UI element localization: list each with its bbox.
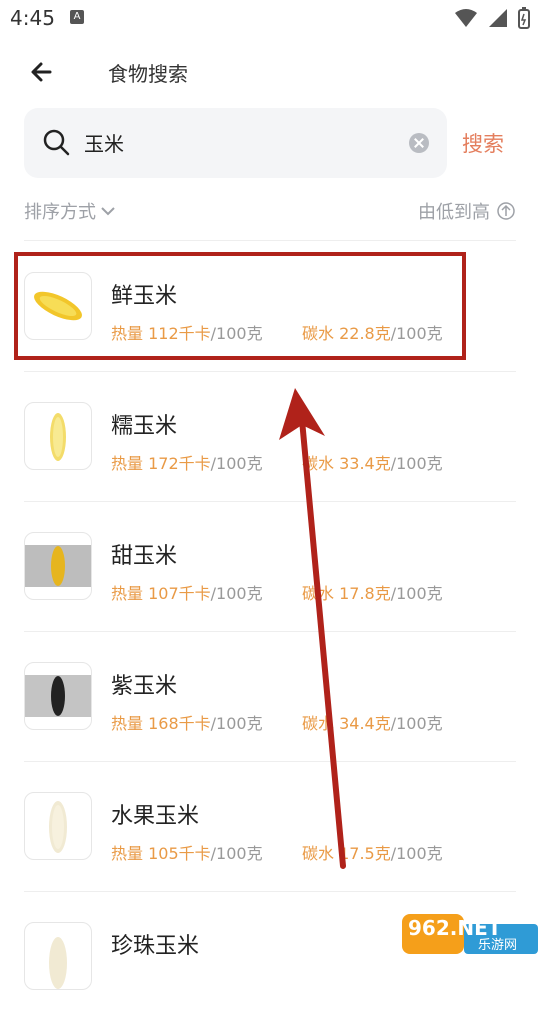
list-item[interactable]: 糯玉米 热量 172千卡/100克 碳水 33.4克/100克 <box>0 372 540 502</box>
sort-method-dropdown[interactable]: 排序方式 <box>24 198 116 224</box>
calorie-info: 热量 105千卡/100克 <box>111 844 263 863</box>
calorie-info: 热量 172千卡/100克 <box>111 454 263 473</box>
wifi-icon <box>455 9 477 27</box>
calorie-info: 热量 168千卡/100克 <box>111 714 263 733</box>
search-icon <box>43 129 70 156</box>
divider <box>24 240 516 241</box>
food-thumbnail <box>24 662 92 730</box>
food-thumbnail <box>24 922 92 990</box>
search-input[interactable]: 玉米 <box>24 108 447 178</box>
food-name: 糯玉米 <box>111 414 178 439</box>
food-thumbnail <box>24 792 92 860</box>
page-title: 食物搜索 <box>108 62 188 86</box>
food-name: 紫玉米 <box>111 674 178 699</box>
header: 食物搜索 <box>0 40 540 104</box>
status-icons <box>454 6 530 30</box>
signal-icon <box>489 9 507 27</box>
sort-method-label: 排序方式 <box>24 202 96 223</box>
arrow-up-circle-icon <box>497 202 515 220</box>
notification-a-icon: A <box>70 10 84 24</box>
calorie-info: 热量 107千卡/100克 <box>111 584 263 603</box>
search-button[interactable]: 搜索 <box>462 128 504 158</box>
food-name: 水果玉米 <box>111 804 200 829</box>
clear-icon[interactable] <box>409 133 429 153</box>
carb-info: 碳水 17.5克/100克 <box>302 844 443 863</box>
sort-row: 排序方式 由低到高 <box>24 198 516 230</box>
status-bar: 4:45 A <box>0 0 540 36</box>
food-thumbnail <box>24 402 92 470</box>
food-name: 甜玉米 <box>111 544 178 569</box>
list-item[interactable]: 甜玉米 热量 107千卡/100克 碳水 17.8克/100克 <box>0 502 540 632</box>
sort-order-toggle[interactable]: 由低到高 <box>418 198 516 224</box>
carb-info: 碳水 17.8克/100克 <box>302 584 443 603</box>
status-time: 4:45 <box>10 6 55 30</box>
battery-icon <box>518 7 530 29</box>
food-name: 珍珠玉米 <box>111 934 200 959</box>
chevron-down-icon <box>101 207 115 216</box>
list-item[interactable]: 水果玉米 热量 105千卡/100克 碳水 17.5克/100克 <box>0 762 540 892</box>
carb-info: 碳水 33.4克/100克 <box>302 454 443 473</box>
sort-order-label: 由低到高 <box>418 202 490 223</box>
watermark-sub: 乐游网 <box>478 938 518 953</box>
back-arrow-icon[interactable] <box>26 56 58 88</box>
carb-info: 碳水 34.4克/100克 <box>302 714 443 733</box>
search-query[interactable]: 玉米 <box>84 128 124 157</box>
food-thumbnail <box>24 532 92 600</box>
list-item[interactable]: 紫玉米 热量 168千卡/100克 碳水 34.4克/100克 <box>0 632 540 762</box>
watermark-logo: 962.NET 乐游网 <box>400 910 540 960</box>
highlight-box <box>14 252 466 360</box>
